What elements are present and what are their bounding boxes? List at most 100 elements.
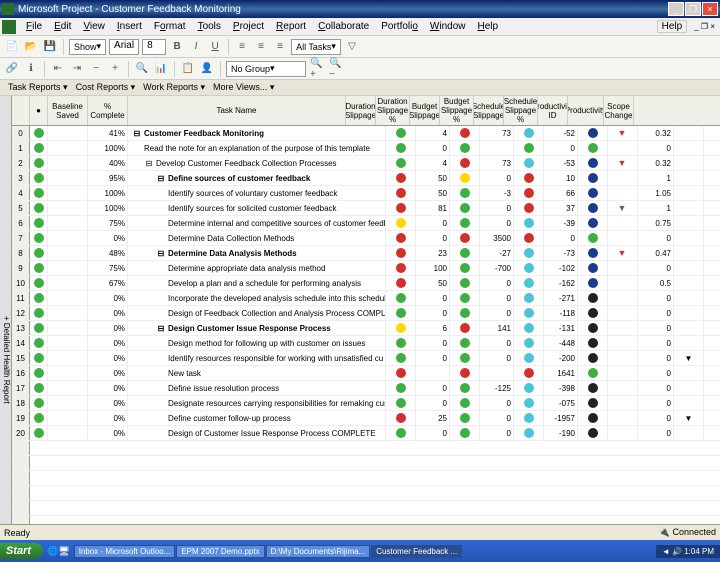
pct-complete-cell[interactable]: 0% [88,411,128,425]
pct-complete-cell[interactable]: 0% [88,231,128,245]
task-name-cell[interactable]: Design of Feedback Collection and Analys… [128,306,386,320]
menu-format[interactable]: Format [148,21,192,32]
bud-slip-val[interactable]: 73 [480,156,514,170]
row-id[interactable]: 9 [12,261,30,275]
system-tray[interactable]: ◄ 🔊 1:04 PM [656,545,720,558]
table-row[interactable]: 4100%Identify sources of voluntary custo… [12,186,720,201]
dur-slip-val[interactable]: 0 [416,141,450,155]
task-name-cell[interactable]: Identify sources of voluntary customer f… [128,186,386,200]
prod-val[interactable]: 0 [638,231,674,245]
col-duration-slip-pct[interactable]: Duration Slippage % [376,96,410,125]
col-indicator[interactable]: ● [30,96,48,125]
task-name-cell[interactable]: New task [128,366,386,380]
pct-complete-cell[interactable]: 67% [88,276,128,290]
table-row[interactable]: 170%Define issue resolution process0-125… [12,381,720,396]
row-id[interactable]: 14 [12,336,30,350]
sch-slip-val[interactable]: -190 [544,426,578,440]
doc-restore-button[interactable]: _ ❐ × [691,22,718,31]
table-row[interactable]: 150%Identify resources responsible for w… [12,351,720,366]
quicklaunch-ie-icon[interactable]: 🌐 [47,546,58,557]
empty-row[interactable] [12,516,720,524]
pct-complete-cell[interactable]: 100% [88,201,128,215]
show-dropdown[interactable]: Show ▾ [69,39,106,55]
prod-val[interactable]: 1 [638,201,674,215]
menu-file[interactable]: FFileile [20,21,48,32]
col-scope[interactable]: Scope Change [604,96,634,125]
sch-slip-val[interactable]: 37 [544,201,578,215]
row-id[interactable]: 11 [12,291,30,305]
italic-icon[interactable]: I [188,39,204,55]
task-name-cell[interactable]: ⊟Determine Data Analysis Methods [128,246,386,260]
pct-complete-cell[interactable]: 75% [88,261,128,275]
start-button[interactable]: Start [0,543,43,559]
task-name-cell[interactable]: ⊟Define sources of customer feedback [128,171,386,185]
work-reports-link[interactable]: Work Reports ▾ [139,82,209,93]
table-row[interactable]: 395%⊟Define sources of customer feedback… [12,171,720,186]
sch-slip-val[interactable]: -1957 [544,411,578,425]
bud-slip-val[interactable]: 0 [480,291,514,305]
table-row[interactable]: 848%⊟Determine Data Analysis Methods23-2… [12,246,720,261]
group-combo[interactable]: No Group ▾ [226,61,306,77]
empty-row[interactable] [12,441,720,456]
empty-row[interactable] [12,456,720,471]
row-id[interactable]: 7 [12,231,30,245]
row-id[interactable]: 3 [12,171,30,185]
prod-val[interactable]: 0 [638,291,674,305]
align-center-icon[interactable]: ≡ [253,39,269,55]
col-productivity[interactable]: Productivity [568,96,604,125]
sch-slip-val[interactable]: -398 [544,381,578,395]
sch-slip-val[interactable]: -39 [544,216,578,230]
task-name-cell[interactable]: ⊟Design Customer Issue Response Process [128,321,386,335]
grid-rows[interactable]: 041%⊟Customer Feedback Monitoring473-520… [12,126,720,524]
dur-slip-val[interactable]: 0 [416,216,450,230]
prod-val[interactable]: 1 [638,171,674,185]
dur-slip-val[interactable]: 81 [416,201,450,215]
table-row[interactable]: 130%⊟Design Customer Issue Response Proc… [12,321,720,336]
row-id[interactable]: 2 [12,156,30,170]
pct-complete-cell[interactable]: 0% [88,336,128,350]
empty-row[interactable] [12,501,720,516]
table-row[interactable]: 240%⊟Develop Customer Feedback Collectio… [12,156,720,171]
task-name-cell[interactable]: Read the note for an explanation of the … [128,141,386,155]
fontsize-combo[interactable]: 8 [142,39,166,55]
row-id[interactable]: 5 [12,201,30,215]
cost-reports-link[interactable]: Cost Reports ▾ [72,82,140,93]
bud-slip-val[interactable]: -3 [480,186,514,200]
help-search-box[interactable]: Help [657,20,688,33]
taskbar-explorer[interactable]: D:\My Documents\Rijima... [266,545,371,558]
table-row[interactable]: 1100%Read the note for an explanation of… [12,141,720,156]
bud-slip-val[interactable]: 0 [480,171,514,185]
filter-combo[interactable]: All Tasks ▾ [291,39,341,55]
table-row[interactable]: 190%Define customer follow-up process250… [12,411,720,426]
menu-collaborate[interactable]: Collaborate [312,21,375,32]
close-button[interactable]: × [702,2,718,16]
collapse-icon[interactable]: − [88,61,104,77]
row-id[interactable]: 17 [12,381,30,395]
save-icon[interactable]: 💾 [42,39,58,55]
bud-slip-val[interactable]: 3500 [480,231,514,245]
row-id[interactable]: 16 [12,366,30,380]
bud-slip-val[interactable]: 0 [480,201,514,215]
table-row[interactable]: 675%Determine internal and competitive s… [12,216,720,231]
prod-val[interactable]: 0 [638,306,674,320]
prod-val[interactable]: 0 [638,381,674,395]
row-id[interactable]: 12 [12,306,30,320]
prod-val[interactable]: 0 [638,411,674,425]
prod-val[interactable]: 0.47 [638,246,674,260]
dur-slip-val[interactable] [416,366,450,380]
taskbar-pptx[interactable]: EPM 2007 Demo.pptx [176,545,264,558]
row-id[interactable]: 0 [12,126,30,140]
bud-slip-val[interactable]: 73 [480,126,514,140]
task-name-cell[interactable]: Incorporate the developed analysis sched… [128,291,386,305]
dur-slip-val[interactable]: 0 [416,336,450,350]
dur-slip-val[interactable]: 0 [416,291,450,305]
sch-slip-val[interactable]: -52 [544,126,578,140]
prod-val[interactable]: 0 [638,321,674,335]
bud-slip-val[interactable]: 0 [480,426,514,440]
dur-slip-val[interactable]: 0 [416,351,450,365]
task-name-cell[interactable]: Develop a plan and a schedule for perfor… [128,276,386,290]
dur-slip-val[interactable]: 25 [416,411,450,425]
row-id[interactable]: 19 [12,411,30,425]
task-name-cell[interactable]: Designate resources carrying responsibil… [128,396,386,410]
task-reports-link[interactable]: Task Reports ▾ [4,82,72,93]
